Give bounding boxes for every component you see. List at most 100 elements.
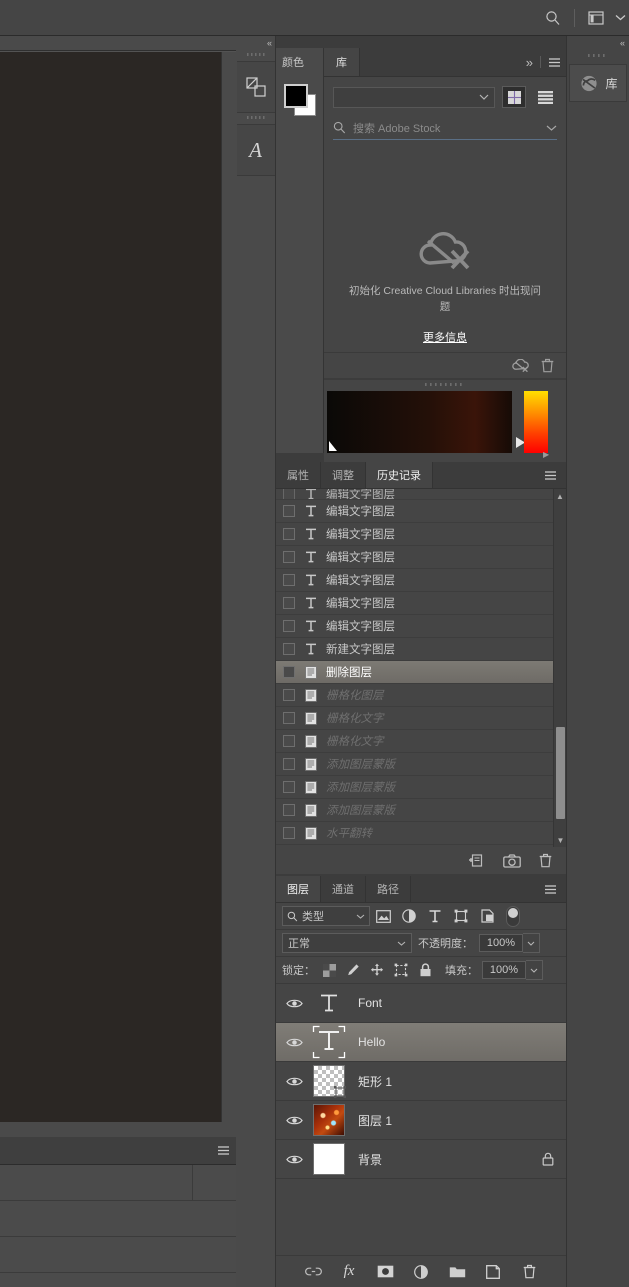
layer-comps-icon[interactable] (236, 61, 275, 113)
chevron-down-icon[interactable] (546, 125, 557, 131)
layer-row[interactable]: 背景 (276, 1140, 566, 1179)
new-snapshot-icon[interactable] (503, 853, 521, 868)
layer-visibility-eye-icon[interactable] (276, 1115, 312, 1126)
search-icon[interactable] (538, 0, 568, 36)
trash-icon[interactable] (541, 358, 554, 373)
history-snapshot-checkbox[interactable] (283, 781, 295, 793)
history-snapshot-checkbox[interactable] (283, 489, 295, 499)
document-canvas-area[interactable] (0, 36, 236, 1137)
tab-layers[interactable]: 图层 (276, 876, 321, 902)
history-item[interactable]: 编辑文字图层 (276, 546, 566, 569)
workspace-switcher-icon[interactable] (581, 0, 611, 36)
lock-artboard-icon[interactable] (391, 963, 411, 977)
history-snapshot-checkbox[interactable] (283, 804, 295, 816)
lock-image-icon[interactable] (343, 963, 363, 977)
history-item[interactable]: 水平翻转 (276, 822, 566, 845)
fill-stepper[interactable] (526, 960, 543, 980)
filter-adjustment-icon[interactable] (396, 909, 422, 923)
blend-mode-dropdown[interactable]: 正常 (282, 933, 412, 953)
bottom-left-row[interactable] (0, 1165, 236, 1201)
history-item[interactable]: 栅格化图层 (276, 684, 566, 707)
history-snapshot-checkbox[interactable] (283, 528, 295, 540)
history-item[interactable]: 编辑文字图层 (276, 523, 566, 546)
fill-input[interactable]: 100% (482, 961, 526, 979)
layer-visibility-eye-icon[interactable] (276, 1076, 312, 1087)
history-scrollbar[interactable]: ▲ ▼ (553, 489, 566, 847)
history-snapshot-checkbox[interactable] (283, 666, 295, 678)
new-group-icon[interactable] (448, 1265, 466, 1278)
tab-libraries[interactable]: 库 (324, 48, 360, 76)
delete-layer-icon[interactable] (520, 1264, 538, 1279)
panel-menu-icon[interactable] (535, 462, 566, 488)
collapsed-libraries-button[interactable]: 库 (569, 64, 627, 102)
layer-thumbnail[interactable] (312, 1142, 346, 1176)
grid-view-icon[interactable] (502, 86, 526, 108)
filter-type-icon[interactable] (422, 909, 448, 923)
color-field[interactable] (327, 391, 512, 453)
bottom-left-panel-body[interactable] (0, 1165, 236, 1287)
layer-row[interactable]: Hello (276, 1023, 566, 1062)
chevron-down-icon[interactable] (611, 0, 629, 36)
history-item[interactable]: 编辑文字图层 (276, 489, 566, 500)
history-snapshot-checkbox[interactable] (283, 712, 295, 724)
history-item[interactable]: 栅格化文字 (276, 707, 566, 730)
history-item[interactable]: 栅格化文字 (276, 730, 566, 753)
more-info-link[interactable]: 更多信息 (423, 329, 467, 345)
collapse-dock-button[interactable]: « (236, 36, 275, 50)
overflow-icon[interactable]: » (521, 48, 538, 76)
history-snapshot-checkbox[interactable] (283, 735, 295, 747)
search-input[interactable]: 搜索 Adobe Stock (353, 120, 539, 136)
filter-shape-icon[interactable] (448, 909, 474, 923)
history-item[interactable]: 编辑文字图层 (276, 569, 566, 592)
link-layers-icon[interactable] (304, 1266, 322, 1277)
opacity-input[interactable]: 100% (479, 934, 523, 952)
lock-all-icon[interactable] (415, 963, 435, 977)
layer-list[interactable]: Font Hello 矩形 1 图层 1 背景 (276, 984, 566, 1249)
history-item[interactable]: 编辑文字图层 (276, 592, 566, 615)
new-document-from-state-icon[interactable] (468, 853, 485, 868)
history-snapshot-checkbox[interactable] (283, 643, 295, 655)
layer-thumbnail[interactable] (312, 1025, 346, 1059)
layer-visibility-eye-icon[interactable] (276, 1154, 312, 1165)
layer-thumbnail[interactable] (312, 1103, 346, 1137)
layer-visibility-eye-icon[interactable] (276, 1037, 312, 1048)
canvas-document[interactable] (0, 52, 221, 1137)
add-mask-icon[interactable] (376, 1265, 394, 1278)
history-list[interactable]: 编辑文字图层 编辑文字图层 编辑文字图层 编辑文字图层 编辑文字图层 编辑文字图层 编辑文字… (276, 489, 566, 847)
scroll-down-arrow[interactable]: ▼ (554, 833, 566, 847)
library-select-dropdown[interactable] (333, 86, 495, 108)
history-snapshot-checkbox[interactable] (283, 574, 295, 586)
history-snapshot-checkbox[interactable] (283, 505, 295, 517)
tab-color[interactable]: 颜色 (276, 48, 323, 70)
history-item[interactable]: 新建文字图层 (276, 638, 566, 661)
tab-channels[interactable]: 通道 (321, 876, 366, 902)
layer-thumbnail[interactable] (312, 1064, 346, 1098)
layer-style-fx-icon[interactable]: fx (340, 1263, 358, 1280)
history-item[interactable]: 添加图层蒙版 (276, 799, 566, 822)
tab-paths[interactable]: 路径 (366, 876, 411, 902)
color-swatches[interactable] (284, 84, 318, 118)
layer-visibility-eye-icon[interactable] (276, 998, 312, 1009)
delete-state-icon[interactable] (539, 853, 552, 868)
list-view-icon[interactable] (533, 86, 557, 108)
layer-row[interactable]: 图层 1 (276, 1101, 566, 1140)
history-item[interactable]: 删除图层 (276, 661, 566, 684)
tab-adjustments[interactable]: 调整 (321, 462, 366, 488)
bottom-left-row[interactable] (0, 1237, 236, 1273)
adjustment-layer-icon[interactable] (412, 1264, 430, 1279)
scrollbar-thumb[interactable] (556, 727, 565, 819)
lock-position-icon[interactable] (367, 963, 387, 977)
layer-row[interactable]: 矩形 1 (276, 1062, 566, 1101)
new-layer-icon[interactable] (484, 1264, 502, 1279)
foreground-color-swatch[interactable] (284, 84, 308, 108)
history-item[interactable]: 添加图层蒙版 (276, 776, 566, 799)
character-panel-icon[interactable]: A (236, 124, 275, 176)
history-snapshot-checkbox[interactable] (283, 827, 295, 839)
cloud-sync-error-icon[interactable] (512, 358, 529, 373)
panel-menu-icon[interactable] (543, 48, 566, 76)
history-item[interactable]: 编辑文字图层 (276, 615, 566, 638)
scroll-up-arrow[interactable]: ▲ (554, 489, 566, 503)
panel-menu-icon[interactable] (535, 876, 566, 902)
canvas-vertical-scrollbar[interactable] (221, 52, 236, 1137)
filter-enable-toggle[interactable] (506, 905, 520, 927)
